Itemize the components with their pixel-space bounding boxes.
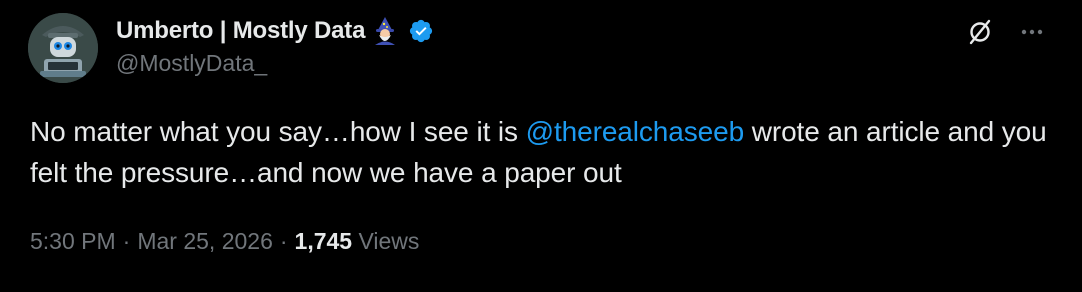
mage-emoji-icon	[370, 16, 400, 46]
avatar[interactable]	[28, 13, 98, 83]
name-row: Umberto | Mostly Data	[116, 14, 434, 48]
robot-avatar-icon	[28, 13, 98, 83]
mention-link[interactable]: @therealchaseeb	[526, 116, 745, 147]
author-handle[interactable]: @MostlyData_	[116, 50, 434, 77]
separator: ·	[279, 228, 288, 254]
views-label: Views	[358, 228, 420, 254]
tweet-time[interactable]: 5:30 PM	[30, 228, 116, 254]
tweet-text: No matter what you say…how I see it is @…	[30, 111, 1060, 193]
tweet-card: Umberto | Mostly Data @MostlyData_ No ma…	[0, 0, 1082, 292]
grok-icon[interactable]	[966, 18, 994, 46]
tweet-date[interactable]: Mar 25, 2026	[137, 228, 273, 254]
verified-badge-icon[interactable]	[408, 18, 434, 44]
tweet-text-before: No matter what you say…how I see it is	[30, 116, 526, 147]
more-options-icon[interactable]	[1017, 18, 1047, 46]
tweet-meta: 5:30 PM · Mar 25, 2026 · 1,745 Views	[30, 228, 419, 255]
views-count: 1,745	[294, 228, 353, 254]
display-name[interactable]: Umberto | Mostly Data	[116, 17, 365, 45]
author-block: Umberto | Mostly Data @MostlyData_	[116, 14, 434, 77]
separator: ·	[122, 228, 131, 254]
